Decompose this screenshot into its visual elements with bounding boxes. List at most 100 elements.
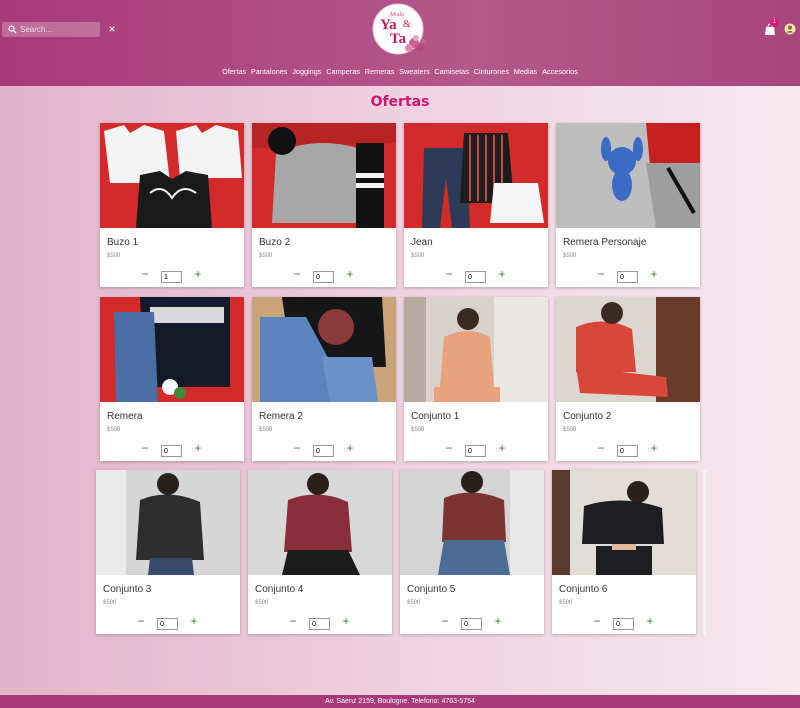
product-image[interactable] (252, 297, 396, 402)
product-price: $500 (563, 253, 577, 259)
product-price: $500 (107, 427, 121, 433)
increase-quantity-button[interactable]: + (345, 268, 355, 280)
search-box[interactable] (2, 22, 100, 37)
nav-item-pantalones[interactable]: Pantalones (251, 67, 288, 76)
product-image[interactable] (404, 297, 548, 402)
logo-amp-text: & (403, 19, 411, 30)
product-price: $500 (255, 600, 269, 606)
product-name: Conjunto 6 (559, 584, 608, 595)
product-card-conjunto-5: Conjunto 5 $500 − + (400, 470, 544, 634)
quantity-input[interactable] (161, 271, 182, 283)
increase-quantity-button[interactable]: + (193, 268, 203, 280)
footer-address: Av. Sáenz 2159, Boulogne. Telefono: 4763… (0, 695, 800, 708)
product-name: Conjunto 5 (407, 584, 456, 595)
nav-item-camisetas[interactable]: Camisetas (434, 67, 468, 76)
decrease-quantity-button[interactable]: − (288, 615, 298, 627)
search-input[interactable] (20, 23, 98, 36)
clear-search-button[interactable]: × (106, 22, 118, 36)
brand-logo[interactable]: Moda Ya & Ta (370, 3, 428, 57)
nav-item-camperas[interactable]: Camperas (326, 67, 360, 76)
product-image[interactable] (100, 297, 244, 402)
decrease-quantity-button[interactable]: − (292, 442, 302, 454)
product-price: $500 (559, 600, 573, 606)
increase-quantity-button[interactable]: + (649, 268, 659, 280)
product-image[interactable] (556, 297, 700, 402)
increase-quantity-button[interactable]: + (193, 442, 203, 454)
product-image[interactable] (252, 123, 396, 228)
product-name: Remera (107, 411, 143, 422)
product-image[interactable] (404, 123, 548, 228)
category-nav: Ofertas Pantalones Joggings Camperas Rem… (0, 67, 800, 76)
quantity-input[interactable] (465, 271, 486, 283)
decrease-quantity-button[interactable]: − (136, 615, 146, 627)
product-price: $500 (411, 427, 425, 433)
product-price: $500 (407, 600, 421, 606)
quantity-input[interactable] (309, 618, 330, 630)
product-name: Conjunto 1 (411, 411, 460, 422)
search-icon (8, 25, 17, 34)
row-scrollbar[interactable] (703, 470, 706, 635)
product-card-conjunto-3: Conjunto 3 $500 − + (96, 470, 240, 634)
product-image[interactable] (556, 123, 700, 228)
decrease-quantity-button[interactable]: − (596, 268, 606, 280)
increase-quantity-button[interactable]: + (189, 615, 199, 627)
increase-quantity-button[interactable]: + (345, 442, 355, 454)
quantity-input[interactable] (313, 271, 334, 283)
nav-item-ofertas[interactable]: Ofertas (222, 67, 246, 76)
product-image[interactable] (96, 470, 240, 575)
quantity-input[interactable] (157, 618, 178, 630)
product-price: $500 (563, 427, 577, 433)
product-card-remera-personaje: Remera Personaje $500 − + (556, 123, 700, 287)
product-image[interactable] (400, 470, 544, 575)
decrease-quantity-button[interactable]: − (596, 442, 606, 454)
increase-quantity-button[interactable]: + (341, 615, 351, 627)
increase-quantity-button[interactable]: + (493, 615, 503, 627)
quantity-input[interactable] (613, 618, 634, 630)
product-price: $500 (103, 600, 117, 606)
product-image[interactable] (552, 470, 696, 575)
quantity-input[interactable] (465, 445, 486, 457)
quantity-input[interactable] (461, 618, 482, 630)
page-title: Ofertas (370, 94, 430, 110)
product-image[interactable] (248, 470, 392, 575)
product-card-remera-2: Remera 2 $500 − + (252, 297, 396, 461)
product-card-conjunto-2: Conjunto 2 $500 − + (556, 297, 700, 461)
increase-quantity-button[interactable]: + (649, 442, 659, 454)
nav-item-sweaters[interactable]: Sweaters (399, 67, 429, 76)
decrease-quantity-button[interactable]: − (444, 268, 454, 280)
increase-quantity-button[interactable]: + (497, 268, 507, 280)
product-image[interactable] (100, 123, 244, 228)
decrease-quantity-button[interactable]: − (592, 615, 602, 627)
decrease-quantity-button[interactable]: − (140, 268, 150, 280)
decrease-quantity-button[interactable]: − (140, 442, 150, 454)
product-card-conjunto-6: Conjunto 6 $500 − + (552, 470, 696, 634)
nav-item-accesorios[interactable]: Accesorios (542, 67, 578, 76)
product-card-jean: Jean $500 − + (404, 123, 548, 287)
quantity-input[interactable] (161, 445, 182, 457)
quantity-input[interactable] (313, 445, 334, 457)
nav-item-cinturones[interactable]: Cinturones (474, 67, 509, 76)
product-name: Jean (411, 237, 433, 248)
increase-quantity-button[interactable]: + (645, 615, 655, 627)
quantity-input[interactable] (617, 445, 638, 457)
product-card-buzo-1: Buzo 1 $500 − + (100, 123, 244, 287)
header: × Moda Ya & Ta 1 Ofertas Pantalones Jogg… (0, 0, 800, 86)
increase-quantity-button[interactable]: + (497, 442, 507, 454)
decrease-quantity-button[interactable]: − (440, 615, 450, 627)
quantity-input[interactable] (617, 271, 638, 283)
decrease-quantity-button[interactable]: − (444, 442, 454, 454)
product-name: Remera Personaje (563, 237, 647, 248)
nav-item-joggings[interactable]: Joggings (292, 67, 321, 76)
product-name: Buzo 1 (107, 237, 139, 248)
product-name: Remera 2 (259, 411, 303, 422)
product-card-conjunto-4: Conjunto 4 $500 − + (248, 470, 392, 634)
product-card-conjunto-1: Conjunto 1 $500 − + (404, 297, 548, 461)
user-account-icon[interactable] (784, 23, 796, 35)
nav-item-remeras[interactable]: Remeras (365, 67, 395, 76)
logo-ta-text: Ta (390, 31, 407, 47)
cart-count-badge: 1 (770, 18, 779, 27)
product-price: $500 (411, 253, 425, 259)
decrease-quantity-button[interactable]: − (292, 268, 302, 280)
nav-item-medias[interactable]: Medias (514, 67, 538, 76)
product-name: Conjunto 2 (563, 411, 612, 422)
